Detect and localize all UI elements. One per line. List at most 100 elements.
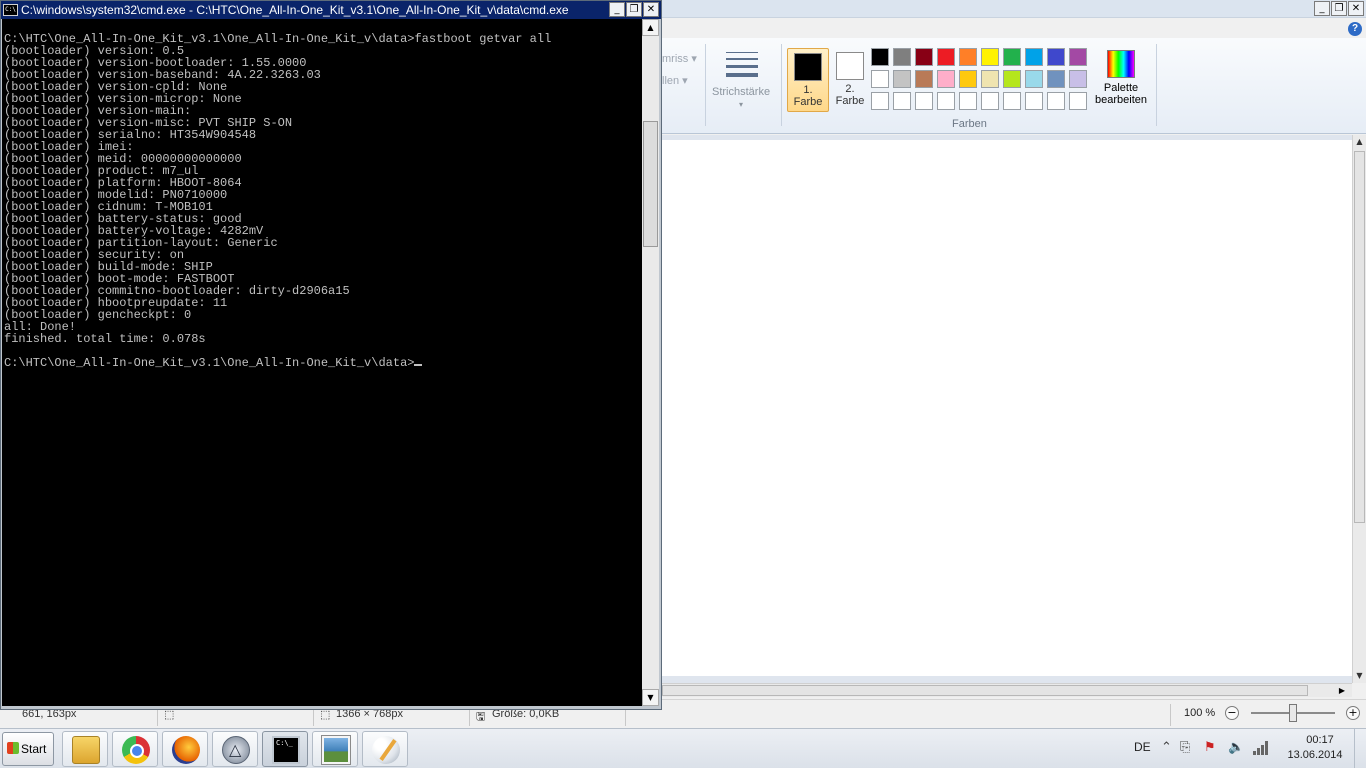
drawing-canvas[interactable] [662,140,1352,676]
cmd-vertical-scrollbar[interactable]: ▲ ▼ [642,19,659,706]
palette-swatch[interactable] [959,92,977,110]
palette-swatch[interactable] [1003,92,1021,110]
zoom-out-button[interactable]: − [1225,706,1239,720]
cmd-window-title: C:\windows\system32\cmd.exe - C:\HTC\One… [21,3,569,17]
folder-icon [72,736,100,764]
fill-dropdown[interactable]: llen ▾ [662,74,688,87]
color1-swatch [794,53,822,81]
taskbar-firefox[interactable] [162,731,208,767]
palette-swatch[interactable] [1069,92,1087,110]
cmd-maximize-button[interactable]: ❐ [626,2,642,17]
edit-colors-button[interactable]: Palette bearbeiten [1092,50,1150,106]
color2-swatch [836,52,864,80]
ribbon-separator [1156,44,1157,126]
palette-swatch[interactable] [959,70,977,88]
taskbar-app[interactable] [212,731,258,767]
taskbar: Start C:\_ DE ⌃ ⎘ ⚑ 🔈 00:17 13.06.2014 [0,728,1366,768]
scroll-down-icon[interactable]: ▼ [1353,669,1366,683]
show-hidden-icons-arrow[interactable]: ⌃ [1161,741,1172,755]
usb-device-icon[interactable]: ⎘ [1180,741,1190,755]
palette-swatch[interactable] [1003,48,1021,66]
paint-vertical-scrollbar[interactable]: ▲ ▼ [1352,135,1366,683]
cmd-icon[interactable]: C:\ [3,4,18,16]
zoom-level: 100 % [1184,707,1216,719]
clock-time: 00:17 [1306,734,1334,746]
color1-button[interactable]: 1. Farbe [787,48,829,112]
chrome-icon [122,736,150,764]
scroll-thumb[interactable] [662,685,1308,696]
palette-swatch[interactable] [959,48,977,66]
zoom-in-button[interactable]: + [1346,706,1360,720]
color-spectrum-icon [1107,50,1135,78]
palette-swatch[interactable] [1047,48,1065,66]
taskbar-explorer[interactable] [62,731,108,767]
scroll-down-icon[interactable]: ▼ [642,689,659,706]
taskbar-photo-viewer[interactable] [312,731,358,767]
palette-swatch[interactable] [893,70,911,88]
language-indicator[interactable]: DE [1134,740,1151,754]
taskbar-paint[interactable] [362,731,408,767]
outline-dropdown[interactable]: mriss ▾ [662,52,697,65]
scroll-thumb[interactable] [643,121,658,247]
action-center-icon[interactable]: ⚑ [1204,741,1216,755]
taskbar-chrome[interactable] [112,731,158,767]
palette-swatch[interactable] [1025,70,1043,88]
palette-swatch[interactable] [937,48,955,66]
scroll-right-icon[interactable]: ▶ [1334,684,1350,697]
palette-swatch[interactable] [915,48,933,66]
console-line: finished. total time: 0.078s [4,332,206,346]
paint-close-button[interactable]: ✕ [1348,1,1364,16]
palette-swatch[interactable] [937,92,955,110]
paint-window: _ ❐ ✕ ? mriss ▾ llen ▾ Strichstärke ▾ 1.… [662,0,1366,730]
color2-label-text: Farbe [835,95,865,107]
network-signal-icon[interactable] [1253,741,1269,755]
palette-swatch[interactable] [1025,48,1043,66]
palette-swatch[interactable] [1003,70,1021,88]
console-cursor [414,364,423,366]
palette-swatch[interactable] [871,70,889,88]
scroll-up-icon[interactable]: ▲ [1353,135,1366,149]
palette-swatch[interactable] [1069,48,1087,66]
palette-swatch[interactable] [981,70,999,88]
start-button[interactable]: Start [2,732,54,766]
zoom-slider-thumb[interactable] [1289,704,1297,722]
palette-swatch[interactable] [1047,92,1065,110]
palette-swatch[interactable] [893,92,911,110]
palette-swatch[interactable] [871,48,889,66]
ribbon-separator [781,44,782,126]
cmd-title-bar[interactable]: C:\ C:\windows\system32\cmd.exe - C:\HTC… [1,1,661,19]
help-icon[interactable]: ? [1348,22,1362,36]
palette-swatch[interactable] [893,48,911,66]
palette-swatch[interactable] [1047,70,1065,88]
clock-date: 13.06.2014 [1287,749,1343,761]
edit-colors-label-2: bearbeiten [1095,94,1147,106]
taskbar-cmd[interactable]: C:\_ [262,731,308,767]
stroke-width-label: Strichstärke [712,86,771,98]
cmd-close-button[interactable]: ✕ [643,2,659,17]
paint-title-bar[interactable]: _ ❐ ✕ [662,0,1366,18]
cmd-minimize-button[interactable]: _ [609,2,625,17]
paint-maximize-button[interactable]: ❐ [1331,1,1347,16]
palette-swatch[interactable] [981,48,999,66]
palette-swatch[interactable] [871,92,889,110]
picture-icon [321,735,351,765]
scroll-up-icon[interactable]: ▲ [642,19,659,36]
scroll-thumb[interactable] [1354,151,1365,523]
ribbon: mriss ▾ llen ▾ Strichstärke ▾ 1. Farbe 2… [662,38,1366,134]
palette-swatch[interactable] [981,92,999,110]
console-output-area[interactable]: C:\HTC\One_All-In-One_Kit_v3.1\One_All-I… [2,19,642,706]
color2-label-number: 2. [845,83,855,95]
show-desktop-button[interactable] [1354,729,1366,768]
color2-button[interactable]: 2. Farbe [829,48,871,112]
volume-icon[interactable]: 🔈 [1228,741,1244,755]
palette-swatch[interactable] [915,70,933,88]
firefox-icon [172,736,200,764]
paint-horizontal-scrollbar[interactable]: ▶ [662,683,1352,697]
console-line: C:\HTC\One_All-In-One_Kit_v3.1\One_All-I… [4,356,415,370]
palette-swatch[interactable] [915,92,933,110]
palette-swatch[interactable] [937,70,955,88]
palette-swatch[interactable] [1025,92,1043,110]
paint-minimize-button[interactable]: _ [1314,1,1330,16]
chevron-down-icon: ▾ [739,100,744,109]
palette-swatch[interactable] [1069,70,1087,88]
